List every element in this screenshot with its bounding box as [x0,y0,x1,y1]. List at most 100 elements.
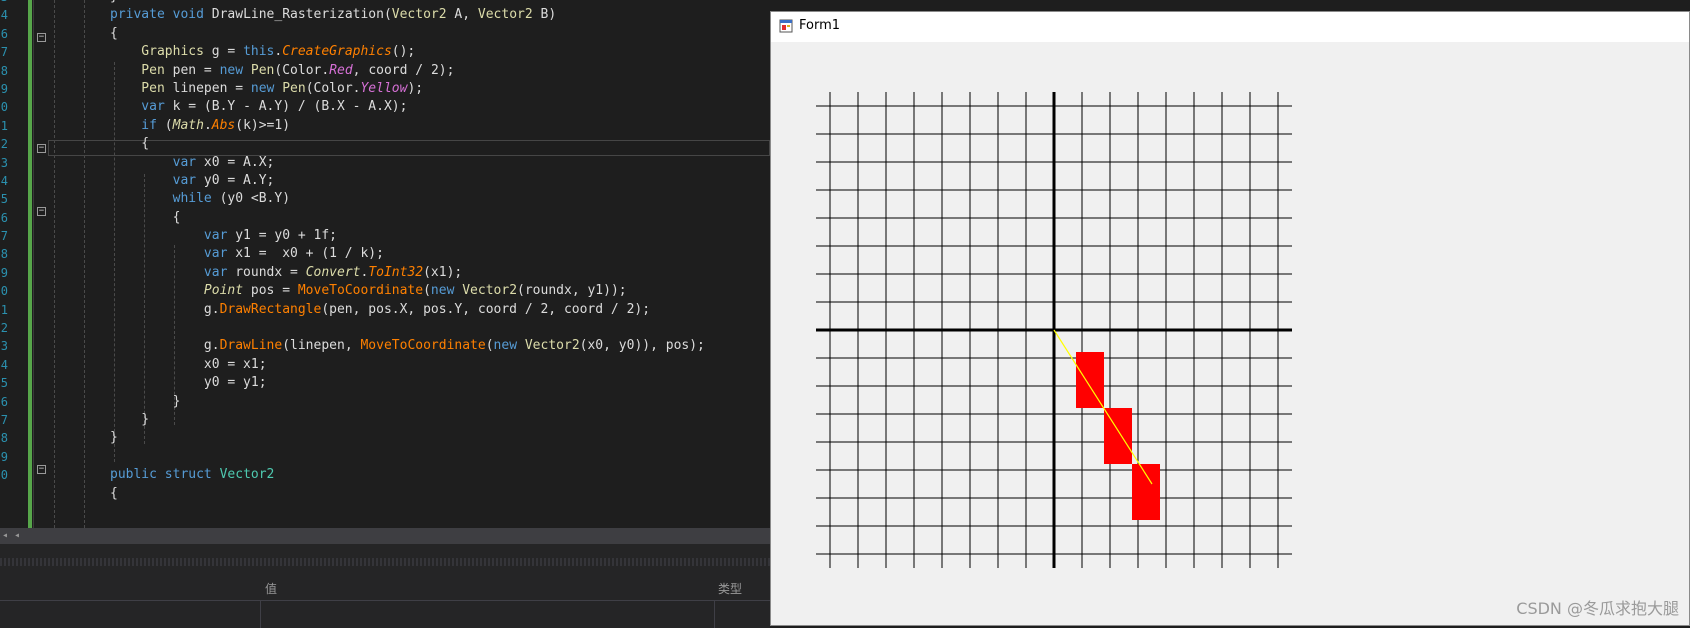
code-line[interactable]: g.DrawLine(linepen, MoveToCoordinate(new… [110,337,705,355]
fold-toggle-icon[interactable]: − [37,144,46,153]
code-line[interactable]: Pen linepen = new Pen(Color.Yellow); [110,80,705,98]
code-token: x0 = A.X; [203,154,275,170]
fold-toggle-icon[interactable]: − [37,465,46,474]
code-line[interactable]: Pen pen = new Pen(Color.Red, coord / 2); [110,62,705,80]
panel-row[interactable] [0,601,770,628]
line-number: 7 [0,412,8,427]
code-token: , coord / 2); [352,62,455,78]
form-window[interactable]: Form1 CSDN @冬瓜求抱大腿 [770,11,1690,626]
code-line[interactable]: g.DrawRectangle(pen, pos.X, pos.Y, coord… [110,301,705,319]
line-number: 1 [0,118,8,133]
code-editor[interactable]: 346789012345678901234567890 − − − − }pri… [0,0,770,528]
code-token: { [110,209,181,225]
code-token: new [250,80,283,96]
code-token: Vector2 [391,7,447,23]
line-number: 7 [0,229,8,244]
fold-toggle-icon[interactable]: − [37,207,46,216]
code-token: ( [423,283,431,299]
line-number: 8 [0,63,8,78]
code-token: y1 = y0 + 1f; [235,228,337,244]
code-line[interactable] [110,319,705,337]
code-token: Vector2 [462,283,518,299]
code-line[interactable]: var x1 = x0 + (1 / k); [110,245,705,263]
code-token: x0 = x1; [110,356,267,372]
code-line[interactable]: y0 = y1; [110,374,705,392]
code-token: B) [532,7,557,23]
code-token: pos = [243,283,298,299]
code-token: Point [110,283,244,299]
code-token: Pen [110,62,165,78]
code-token: var [110,154,204,170]
code-line[interactable]: var k = (B.Y - A.Y) / (B.X - A.X); [110,98,705,116]
code-line[interactable]: if (Math.Abs(k)>=1) [110,117,705,135]
code-line[interactable]: public struct Vector2 [110,466,705,484]
code-line[interactable]: { [110,135,705,153]
code-token: var [110,246,236,262]
column-divider[interactable] [714,601,715,628]
code-token: Abs [211,117,236,133]
code-token: ( [383,7,392,23]
code-token: g = [203,44,244,60]
change-tracking-bar [28,0,32,528]
code-token: var [110,264,236,280]
horizontal-scrollbar[interactable]: ◂ ◂ [0,528,770,544]
code-line[interactable]: x0 = x1; [110,356,705,374]
code-token: while [110,191,220,207]
line-number: 5 [0,192,8,207]
fold-toggle-icon[interactable]: − [37,33,46,42]
form-title: Form1 [799,18,841,33]
code-token: MoveToCoordinate [360,338,486,354]
column-divider[interactable] [260,601,261,628]
code-token: } [110,0,118,4]
line-number: 9 [0,449,8,464]
code-line[interactable]: var x0 = A.X; [110,154,705,172]
panel-resize-grip[interactable] [0,558,770,566]
code-token: x1 = x0 + (1 / k); [235,246,384,262]
code-token: (pen, pos.X, pos.Y, coord / 2, coord / 2… [321,301,651,317]
code-line[interactable]: var y1 = y0 + 1f; [110,227,705,245]
code-line[interactable]: } [110,429,705,447]
line-number: 1 [0,302,8,317]
scroll-left-arrow-icon[interactable]: ◂ [14,528,20,544]
line-numbers: 346789012345678901234567890 [0,0,10,485]
code-token: Pen [282,80,306,96]
code-line[interactable]: } [110,411,705,429]
code-token: (linepen, [282,338,361,354]
code-line[interactable]: { [110,25,705,43]
code-token: DrawLine_Rasterization [211,7,384,23]
code-line[interactable]: Graphics g = this.CreateGraphics(); [110,43,705,61]
code-token: CreateGraphics [282,44,392,60]
code-token: private [110,7,173,23]
code-line[interactable]: var roundx = Convert.ToInt32(x1); [110,264,705,282]
code-token: DrawRectangle [219,301,322,317]
code-token: ); [407,80,424,96]
code-text[interactable]: }private void DrawLine_Rasterization(Vec… [110,0,705,503]
code-token: Vector2 [477,7,533,23]
line-number: 7 [0,45,8,60]
code-line[interactable]: { [110,209,705,227]
indent-guide [54,0,55,528]
code-line[interactable] [110,448,705,466]
code-line[interactable]: { [110,485,705,503]
column-header-value[interactable]: 值 [265,580,277,597]
code-line[interactable]: while (y0 <B.Y) [110,190,705,208]
line-number: 2 [0,321,8,336]
code-token: (x0, y0)), pos); [579,338,705,354]
code-token: } [110,393,181,409]
title-bar[interactable]: Form1 [771,12,1689,42]
code-token: void [172,7,212,23]
code-token: y0 = y1; [110,375,267,391]
code-line[interactable]: } [110,393,705,411]
raster-grid-canvas[interactable] [816,92,1336,612]
column-header-type[interactable]: 类型 [718,580,742,597]
code-token: (Color. [305,80,361,96]
code-line[interactable]: var y0 = A.Y; [110,172,705,190]
scroll-left-icon[interactable]: ◂ [2,528,8,544]
indent-guide [84,0,85,528]
code-token: (x1); [423,264,463,280]
code-token: Pen [250,62,275,78]
code-line[interactable]: private void DrawLine_Rasterization(Vect… [110,6,705,24]
line-number: 6 [0,210,8,225]
line-number: 9 [0,265,8,280]
code-line[interactable]: Point pos = MoveToCoordinate(new Vector2… [110,282,705,300]
